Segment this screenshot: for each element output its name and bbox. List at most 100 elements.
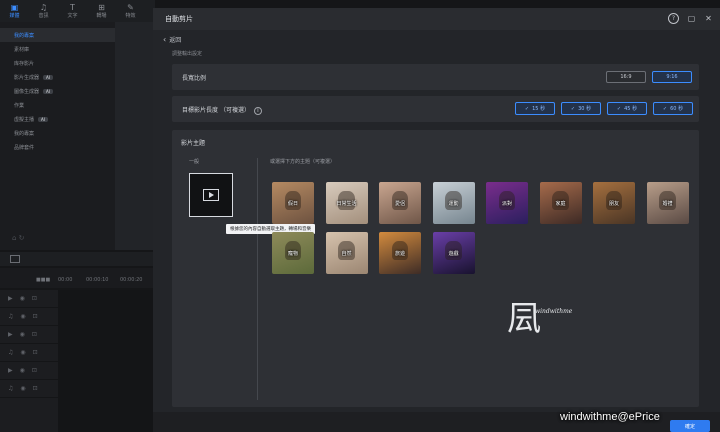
duration-45-option[interactable]: ✓ 45 秒 (607, 102, 647, 115)
theme-tile[interactable]: 婚禮 (646, 182, 689, 224)
timeline-toggle-button[interactable]: ■■■ (36, 277, 50, 283)
music-icon: ♫ (39, 3, 48, 12)
theme-tile[interactable]: 遊戲 (432, 232, 475, 274)
timeline-ruler: ■■■ 00:00 00:00:10 00:00:20 (0, 268, 155, 288)
photo-credit: windwithme@ePrice (560, 411, 660, 423)
timeline-time-2: 00:00:20 (120, 277, 143, 283)
theme-name: 旅遊 (394, 250, 405, 257)
duration-label-wrap: 目標影片長度 （可複選） i (182, 105, 262, 115)
track-headers: ▶ ◉ ⊡ ♫ ◉ ⊡ ▶ ◉ ⊡ ♫ ◉ ⊡ ▶ ◉ ⊡ ♫ ◉ ⊡ (0, 290, 58, 432)
dialog-titlebar: 自動剪片 ? ▢ ✕ (153, 8, 720, 30)
sidebar-item-label: 作業 (14, 102, 25, 109)
general-label: 一般 (189, 159, 200, 165)
library-sidebar: 我的專案 素材庫 库存影片 影片生成器 AI 圖像生成器 AI 作業 虛擬主播 AI 我的專案 品牌套… (0, 22, 115, 250)
music-track-header[interactable]: ♫ ◉ ⊡ (0, 380, 58, 398)
tab-label: 媒體 (9, 13, 20, 19)
general-theme-tile[interactable] (189, 173, 233, 217)
theme-tile[interactable]: 朋友 (593, 182, 635, 224)
help-icon[interactable]: ? (668, 13, 679, 24)
choose-theme-label: 或選擇下方的主題（可複選） (270, 159, 336, 165)
theme-tile[interactable]: 愛侶 (379, 182, 421, 224)
check-icon: ✓ (524, 105, 530, 112)
tab-effects[interactable]: ✎ 特效 (116, 0, 145, 22)
theme-tile[interactable]: 派對 (486, 182, 528, 224)
theme-name: 日常生活 (336, 200, 357, 207)
theme-tile[interactable]: 家庭 (539, 182, 582, 224)
sidebar-item[interactable]: 影片生成器 AI (0, 70, 115, 84)
duration-60-option[interactable]: ✓ 60 秒 (653, 102, 693, 115)
aspect-16-9-option[interactable]: 16:9 (606, 71, 646, 83)
transition-icon: ⊞ (98, 3, 105, 12)
tab-music[interactable]: ♫ 音訊 (29, 0, 58, 22)
sidebar-item[interactable]: 素材庫 (0, 42, 115, 56)
timeline-time-1: 00:00:10 (86, 277, 109, 283)
tab-label: 轉場 (96, 13, 107, 19)
theme-label: 影片主題 (181, 140, 206, 147)
video-track-header[interactable]: ▶ ◉ ⊡ (0, 326, 58, 344)
check-icon: ✓ (662, 105, 668, 112)
sidebar-item[interactable]: 圖像生成器 AI (0, 84, 115, 98)
aspect-9-16-option[interactable]: 9:16 (652, 71, 692, 83)
back-button[interactable]: ‹ 返回 (163, 35, 181, 44)
maximize-icon[interactable]: ▢ (686, 13, 697, 24)
theme-tile[interactable]: 自然 (325, 232, 368, 274)
tab-label: 特效 (125, 13, 136, 19)
ai-badge: AI (43, 74, 53, 80)
sidebar-item-label: 品牌套件 (14, 144, 35, 151)
video-track-header[interactable]: ▶ ◉ ⊡ (0, 362, 58, 380)
sidebar-item[interactable]: 虛擬主播 AI (0, 112, 115, 126)
music-track-header[interactable]: ♫ ◉ ⊡ (0, 308, 58, 326)
sidebar-item[interactable]: 库存影片 (0, 56, 115, 70)
dialog-title: 自動剪片 (165, 15, 193, 23)
theme-tile[interactable]: 日常生活 (325, 182, 368, 224)
check-icon: ✓ (570, 105, 576, 112)
sidebar-item-label: 我的專案 (14, 32, 35, 39)
theme-tile[interactable]: 寵物 (272, 232, 314, 274)
theme-tile[interactable]: 運動 (432, 182, 475, 224)
theme-tile[interactable]: 假日 (272, 182, 314, 224)
tab-media[interactable]: ▣ 媒體 (0, 0, 29, 22)
check-icon: ✓ (616, 105, 622, 112)
duration-label: 目標影片長度 (182, 107, 219, 114)
tab-transition[interactable]: ⊞ 轉場 (87, 0, 116, 22)
screen: { "background_editor": { "tabs": [ {"lab… (0, 0, 720, 432)
timeline-tool-icon[interactable] (10, 255, 20, 263)
theme-name: 朋友 (608, 200, 619, 207)
sidebar-item-label: 我的專案 (14, 130, 35, 137)
timeline-time-0: 00:00 (58, 277, 73, 283)
timeline-lanes (58, 290, 155, 432)
sidebar-item[interactable]: 我的專案 (0, 28, 115, 42)
duration-15-option[interactable]: ✓ 15 秒 (515, 102, 555, 115)
theme-tile[interactable]: 旅遊 (379, 232, 421, 274)
sidebar-item-label: 库存影片 (14, 60, 35, 67)
back-label: 返回 (169, 37, 182, 44)
sidebar-item[interactable]: 作業 (0, 98, 115, 112)
watermark-logo: 凨 (507, 299, 541, 339)
sidebar-item[interactable]: 我的專案 (0, 126, 115, 140)
info-icon[interactable]: i (253, 106, 262, 115)
duration-30-option[interactable]: ✓ 30 秒 (561, 102, 601, 115)
watermark-text: windwithme (535, 308, 573, 315)
duration-optional: （可複選） (219, 107, 250, 114)
confirm-button[interactable]: 確定 (670, 420, 710, 432)
music-track-header[interactable]: ♫ ◉ ⊡ (0, 344, 58, 362)
sidebar-item[interactable]: 品牌套件 (0, 140, 115, 154)
theme-name: 派對 (501, 200, 512, 207)
media-icon: ▣ (10, 3, 19, 12)
sidebar-item-label: 圖像生成器 (14, 88, 40, 95)
sidebar-item-label: 素材庫 (14, 46, 30, 53)
auto-edit-dialog: 自動剪片 ? ▢ ✕ ‹ 返回 調整輸出設定 長寬比例 16:9 9:16 目標… (153, 8, 720, 432)
ai-badge: AI (43, 88, 53, 94)
video-track-header[interactable]: ▶ ◉ ⊡ (0, 290, 58, 308)
theme-panel: 影片主題 一般 或選擇下方的主題（可複選） 根據您的內容自動選取主題，轉場和音樂… (172, 130, 699, 407)
tab-text[interactable]: T 文字 (58, 0, 87, 22)
theme-name: 婚禮 (662, 200, 673, 207)
theme-name: 自然 (341, 250, 352, 257)
sidebar-item-label: 影片生成器 (14, 74, 40, 81)
close-icon[interactable]: ✕ (703, 13, 714, 24)
duration-15-label: 15 秒 (532, 106, 546, 112)
media-tabs: ▣ 媒體 ♫ 音訊 T 文字 ⊞ 轉場 ✎ 特效 (0, 0, 155, 22)
chevron-left-icon: ‹ (163, 35, 167, 44)
section-label: 調整輸出設定 (172, 51, 203, 57)
theme-name: 家庭 (555, 200, 566, 207)
